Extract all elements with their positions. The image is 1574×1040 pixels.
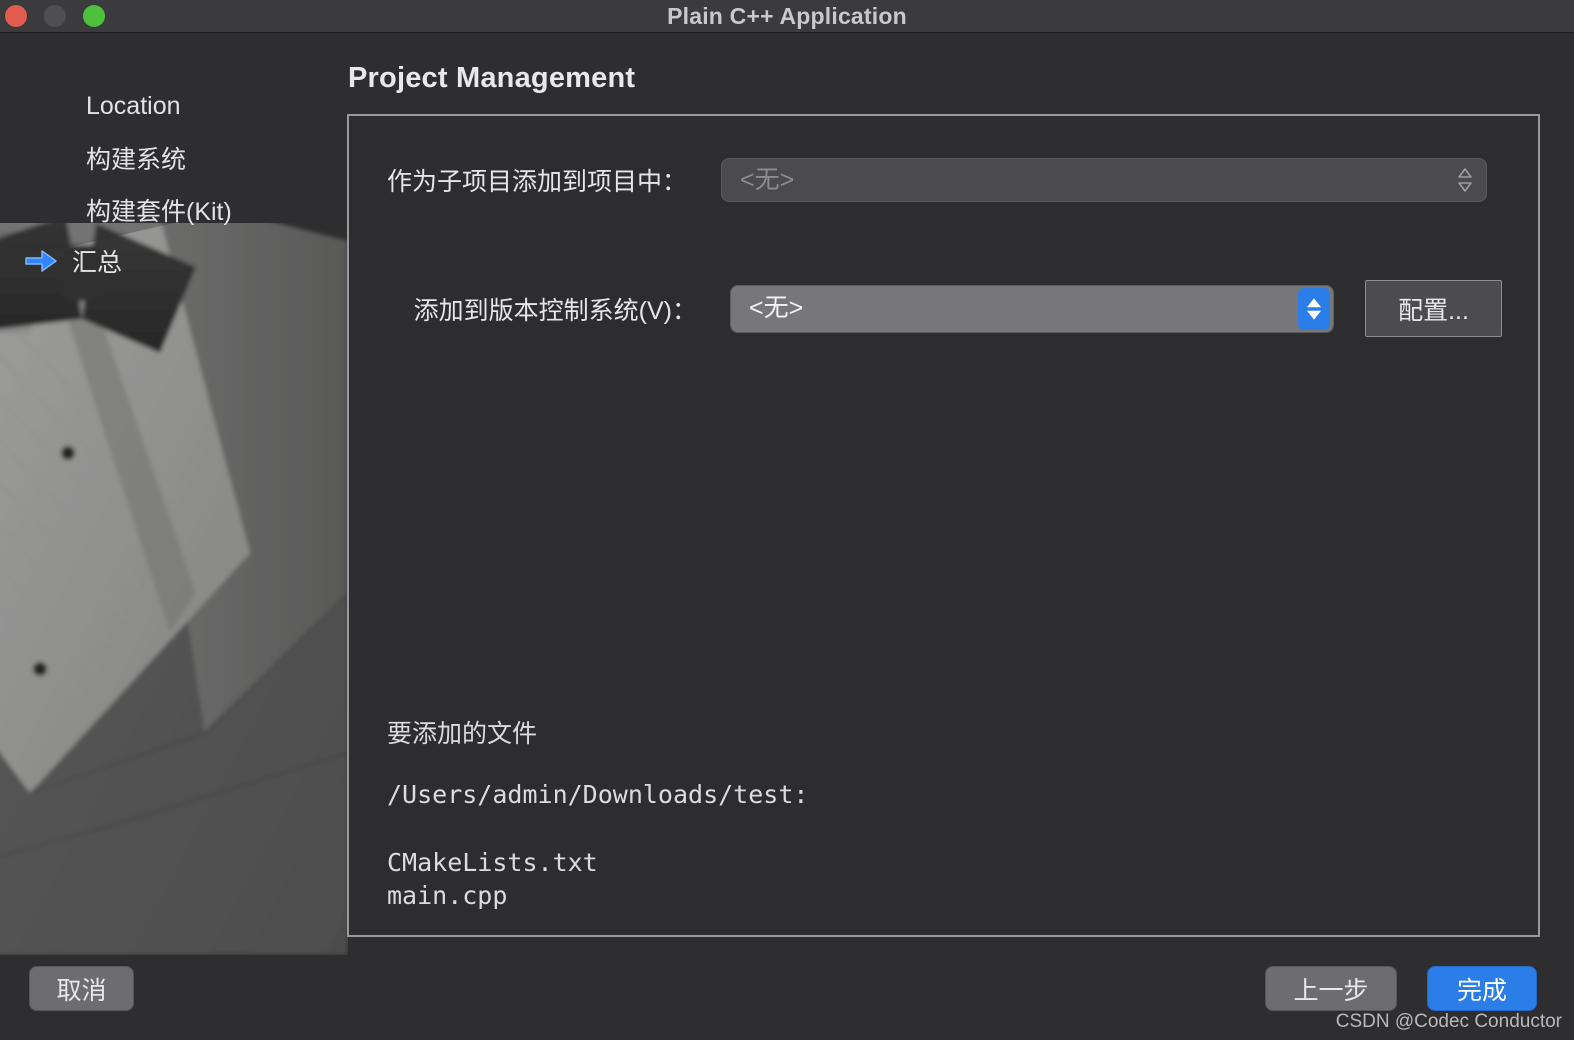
version-control-select[interactable]: <无> xyxy=(730,284,1334,333)
configure-button[interactable]: 配置... xyxy=(1365,280,1502,337)
sidebar-item-label: Location xyxy=(86,91,181,120)
chevron-up-down-glyph xyxy=(1306,297,1322,320)
sidebar-item-label: 汇总 xyxy=(72,249,123,277)
version-control-value: <无> xyxy=(749,294,804,322)
window-title: Plain C++ Application xyxy=(667,3,907,29)
subproject-value: <无> xyxy=(740,165,795,194)
back-button[interactable]: 上一步 xyxy=(1265,966,1397,1011)
dialog-button-bar: 取消 上一步 完成 CSDN @Codec Conductor xyxy=(0,955,1574,1040)
page-title: Project Management xyxy=(348,62,636,94)
wizard-step-list: Location 构建系统 构建套件(Kit) 汇总 xyxy=(0,33,348,955)
files-summary-path: /Users/admin/Downloads/test: xyxy=(387,780,809,809)
finish-button[interactable]: 完成 xyxy=(1427,966,1537,1011)
sidebar-item-build-kit[interactable]: 构建套件(Kit) xyxy=(38,190,232,230)
chevron-up-down-icon xyxy=(1458,168,1472,192)
files-summary-list: CMakeLists.txt main.cpp xyxy=(387,847,598,911)
subproject-row: 作为子项目添加到项目中： <无> xyxy=(349,158,1538,202)
arrow-right-icon xyxy=(25,250,57,272)
window-titlebar: Plain C++ Application xyxy=(0,0,1574,33)
version-control-row: 添加到版本控制系统(V)： <无> 配置... xyxy=(349,280,1538,337)
plain-cpp-application-window: Plain C++ Application Location 构建系统 构建套件… xyxy=(0,0,1574,1040)
sidebar-item-build-system[interactable]: 构建系统 xyxy=(38,138,186,178)
project-management-panel: 作为子项目添加到项目中： <无> 添加到版本控制系统(V)： <无> 配置...… xyxy=(347,114,1540,937)
subproject-label: 作为子项目添加到项目中： xyxy=(386,168,687,196)
sidebar-item-summary[interactable]: 汇总 xyxy=(24,241,122,281)
sidebar-item-label: 构建套件(Kit) xyxy=(86,198,232,226)
version-control-label: 添加到版本控制系统(V)： xyxy=(413,296,697,325)
cancel-button[interactable]: 取消 xyxy=(29,966,134,1011)
subproject-select[interactable]: <无> xyxy=(721,158,1487,202)
sidebar-item-label: 构建系统 xyxy=(86,146,187,174)
files-summary-heading: 要添加的文件 xyxy=(387,720,538,748)
sidebar-item-location[interactable]: Location xyxy=(38,86,181,126)
stepper-up-down-icon[interactable] xyxy=(1298,287,1330,330)
files-summary: 要添加的文件 /Users/admin/Downloads/test: CMak… xyxy=(387,714,808,913)
watermark-text: CSDN @Codec Conductor xyxy=(1335,1011,1562,1032)
